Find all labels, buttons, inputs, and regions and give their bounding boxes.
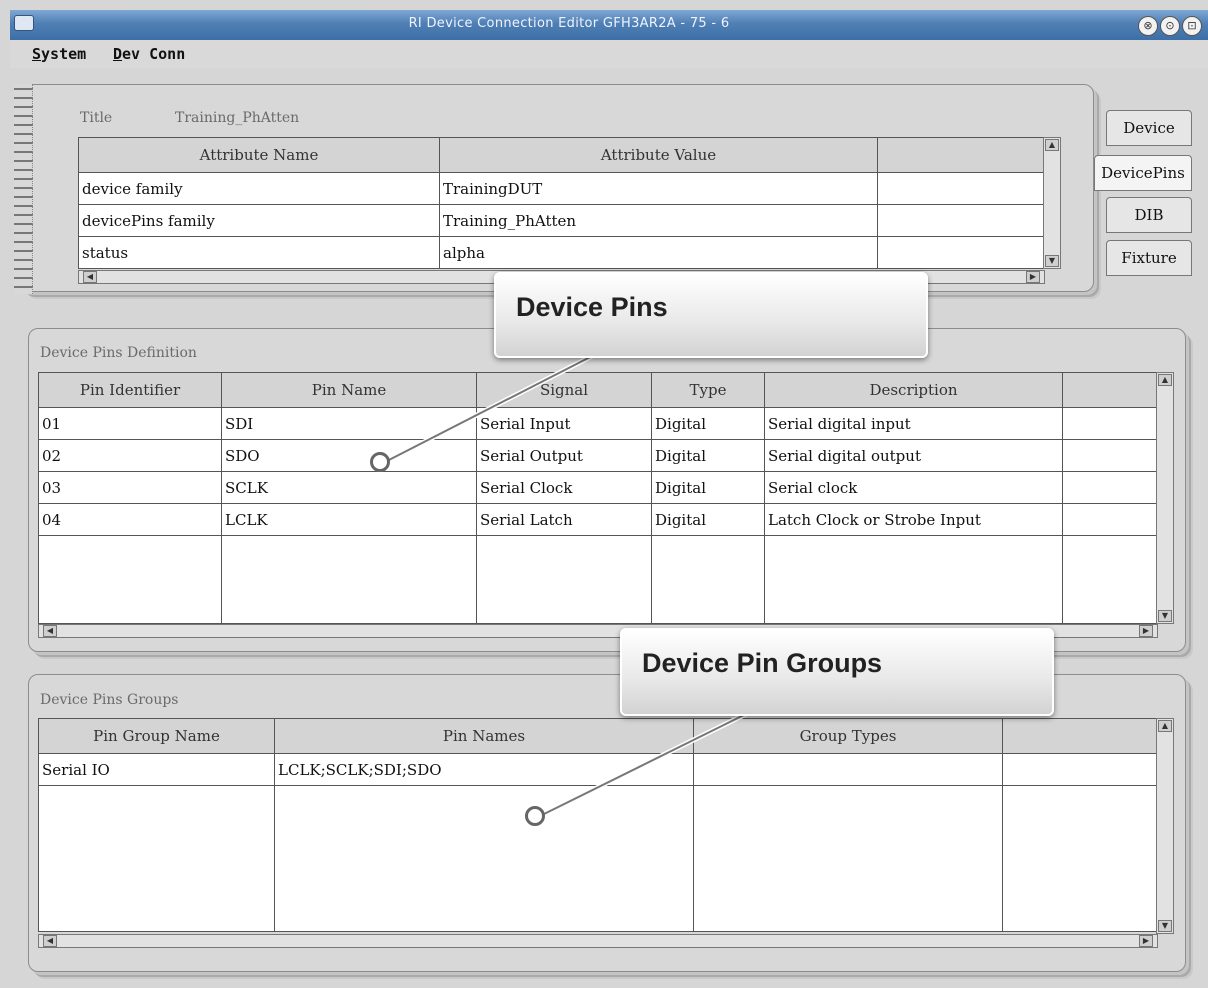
callout-device-pin-groups: Device Pin Groups: [620, 628, 1054, 716]
callout-device-pin-groups-text: Device Pin Groups: [642, 648, 883, 678]
callout-device-pins-text: Device Pins: [516, 292, 668, 322]
callout-device-pins: Device Pins: [494, 272, 928, 358]
callout-anchor-dot: [370, 452, 390, 472]
callout-leader-lines: [383, 349, 752, 819]
callout-anchor-dot: [525, 806, 545, 826]
